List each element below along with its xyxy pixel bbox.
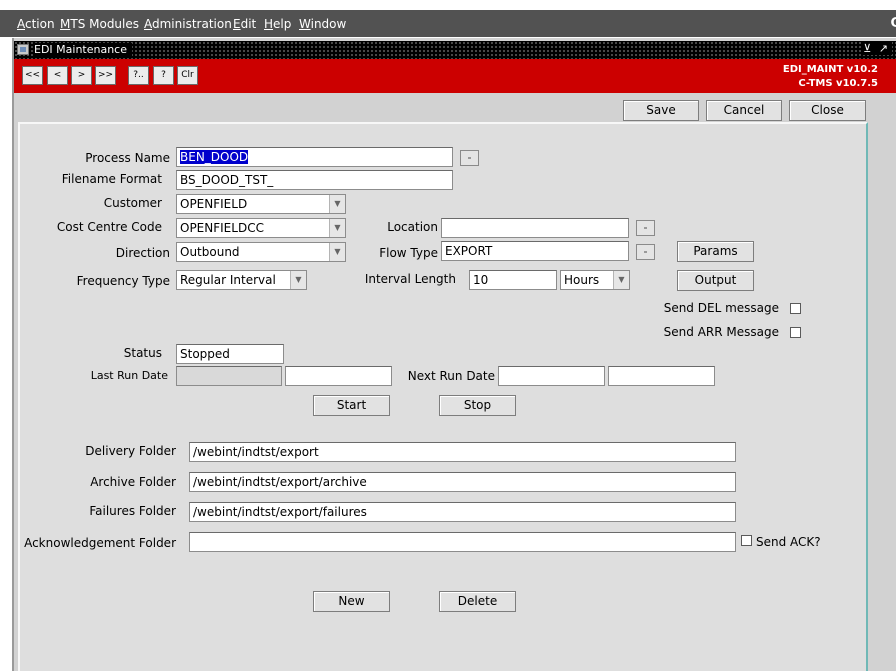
- flow-type-label: Flow Type: [379, 246, 438, 260]
- interval-length-field[interactable]: 10: [469, 270, 557, 290]
- flow-type-lov-button[interactable]: [636, 244, 655, 260]
- send-ack-label: Send ACK?: [756, 535, 821, 549]
- window-titlebar[interactable]: EDI Maintenance ⊻ ↗: [14, 41, 896, 59]
- menu-mts-modules[interactable]: MTS Modules: [60, 17, 139, 31]
- interval-length-label: Interval Length: [364, 272, 456, 286]
- edi-form-panel: Process Name BEN_DOOD Filename Format BS…: [18, 122, 868, 671]
- frequency-type-label: Frequency Type: [76, 274, 170, 288]
- send-ack-checkbox[interactable]: [741, 535, 752, 546]
- last-run-time-field: [285, 366, 392, 386]
- acknowledgement-folder-field[interactable]: [189, 532, 736, 552]
- archive-folder-field[interactable]: /webint/indtst/export/archive: [189, 472, 736, 492]
- flow-type-field[interactable]: EXPORT: [441, 241, 629, 261]
- form-icon: [17, 44, 29, 55]
- ellipsis-icon: [468, 157, 471, 159]
- save-button[interactable]: Save: [623, 100, 699, 121]
- send-arr-checkbox[interactable]: [790, 327, 801, 338]
- customer-select[interactable]: OPENFIELD ▼: [176, 194, 346, 214]
- send-del-checkbox[interactable]: [790, 303, 801, 314]
- send-arr-label: Send ARR Message: [663, 325, 779, 339]
- window-controls-icon[interactable]: ⊻ ↗: [861, 42, 892, 55]
- system-version: C-TMS v10.7.5: [798, 78, 878, 89]
- process-name-label: Process Name: [85, 151, 170, 165]
- next-record-button[interactable]: >: [71, 66, 92, 85]
- close-button[interactable]: Close: [789, 100, 866, 121]
- menu-edit[interactable]: Edit: [233, 17, 256, 31]
- failures-folder-field[interactable]: /webint/indtst/export/failures: [189, 502, 736, 522]
- cost-centre-code-select[interactable]: OPENFIELDCC ▼: [176, 218, 346, 238]
- help-button[interactable]: ?: [153, 66, 174, 85]
- corner-logo: C: [890, 16, 896, 31]
- next-run-time-field: [608, 366, 715, 386]
- delete-button[interactable]: Delete: [439, 591, 516, 612]
- menu-action[interactable]: Action: [17, 17, 55, 31]
- params-button[interactable]: Params: [677, 241, 754, 262]
- process-name-lov-button[interactable]: [460, 150, 479, 166]
- clear-button[interactable]: Clr: [177, 66, 198, 85]
- process-name-field[interactable]: BEN_DOOD: [176, 147, 453, 167]
- last-record-button[interactable]: >>: [95, 66, 116, 85]
- menu-help[interactable]: Help: [264, 17, 291, 31]
- status-field: Stopped: [176, 344, 284, 364]
- stop-button[interactable]: Stop: [439, 395, 516, 416]
- start-button[interactable]: Start: [313, 395, 390, 416]
- ellipsis-icon: [644, 251, 647, 253]
- window-title: EDI Maintenance: [34, 43, 133, 56]
- new-button[interactable]: New: [313, 591, 390, 612]
- chevron-down-icon[interactable]: ▼: [290, 271, 306, 289]
- chevron-down-icon[interactable]: ▼: [613, 271, 629, 289]
- chevron-down-icon[interactable]: ▼: [329, 243, 345, 261]
- first-record-button[interactable]: <<: [22, 66, 43, 85]
- cost-centre-code-label: Cost Centre Code: [56, 220, 162, 234]
- next-run-date-label: Next Run Date: [407, 369, 495, 383]
- send-del-label: Send DEL message: [663, 301, 779, 315]
- archive-folder-label: Archive Folder: [90, 475, 176, 489]
- menubar: Action MTS Modules Administration Edit H…: [0, 10, 896, 37]
- last-run-date-label: Last Run Date: [90, 369, 168, 382]
- record-toolbar: << < > >> ?.. ? Clr EDI_MAINT v10.2 C-TM…: [14, 59, 896, 93]
- location-lov-button[interactable]: [636, 220, 655, 236]
- menu-administration[interactable]: Administration: [144, 17, 232, 31]
- delivery-folder-field[interactable]: /webint/indtst/export: [189, 442, 736, 462]
- edi-maintenance-window: EDI Maintenance ⊻ ↗ << < > >> ?.. ? Clr …: [12, 38, 896, 671]
- direction-select[interactable]: Outbound ▼: [176, 242, 346, 262]
- interval-unit-select[interactable]: Hours ▼: [560, 270, 630, 290]
- filename-format-field[interactable]: BS_DOOD_TST_: [176, 170, 453, 190]
- menu-window[interactable]: Window: [299, 17, 346, 31]
- direction-label: Direction: [115, 246, 170, 260]
- query-button[interactable]: ?..: [128, 66, 149, 85]
- chevron-down-icon[interactable]: ▼: [329, 195, 345, 213]
- last-run-date-field: [176, 366, 282, 386]
- previous-record-button[interactable]: <: [47, 66, 68, 85]
- chevron-down-icon[interactable]: ▼: [329, 219, 345, 237]
- module-version: EDI_MAINT v10.2: [782, 64, 878, 75]
- frequency-type-select[interactable]: Regular Interval ▼: [176, 270, 307, 290]
- cancel-button[interactable]: Cancel: [706, 100, 782, 121]
- acknowledgement-folder-label: Acknowledgement Folder: [24, 536, 176, 550]
- location-label: Location: [387, 220, 438, 234]
- filename-format-label: Filename Format: [61, 172, 162, 186]
- customer-label: Customer: [103, 196, 162, 210]
- failures-folder-label: Failures Folder: [89, 504, 176, 518]
- status-label: Status: [123, 346, 162, 360]
- next-run-date-field: [498, 366, 605, 386]
- location-field[interactable]: [441, 218, 629, 238]
- output-button[interactable]: Output: [677, 270, 754, 291]
- delivery-folder-label: Delivery Folder: [85, 444, 176, 458]
- ellipsis-icon: [644, 227, 647, 229]
